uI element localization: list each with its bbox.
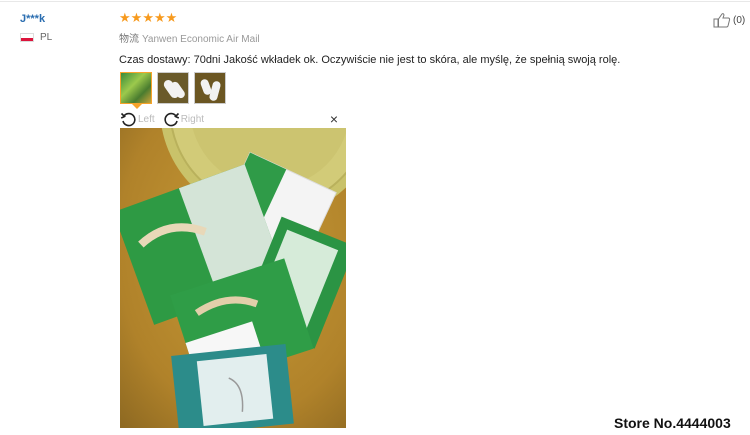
insole-packages-photo <box>120 128 346 428</box>
rotate-right-button[interactable]: Right <box>163 111 204 128</box>
helpful-button[interactable]: (0) <box>713 12 745 28</box>
reviewer-name[interactable]: J***k <box>20 13 110 25</box>
helpful-count: (0) <box>733 14 746 26</box>
shipping-label: 物流 <box>119 34 139 45</box>
review-body: ★ ★ ★ ★ ★ 物流 Yanwen Economic Air Mail Cza… <box>119 12 709 67</box>
shipping-method: Yanwen Economic Air Mail <box>142 34 260 45</box>
close-viewer-button[interactable]: × <box>330 112 338 127</box>
star-icon: ★ <box>153 11 166 26</box>
poland-flag-icon <box>20 33 34 42</box>
review-photo-thumbnail[interactable] <box>120 72 152 104</box>
reviewer-country: PL <box>20 32 110 43</box>
rotate-left-label: Left <box>138 114 155 125</box>
review-text: Czas dostawy: 70dni Jakość wkładek ok. O… <box>119 54 621 66</box>
reviewer-info: J***k PL <box>20 13 110 43</box>
rotate-right-icon <box>164 112 179 127</box>
review-photo-thumbnail[interactable] <box>157 72 189 104</box>
review-photo-large <box>120 128 346 428</box>
thumbs-up-icon <box>713 13 731 28</box>
image-viewer-toolbar: Left Right × <box>120 111 346 128</box>
star-icon: ★ <box>142 11 154 26</box>
rotate-left-icon <box>120 112 136 127</box>
shipping-info: 物流 Yanwen Economic Air Mail <box>119 30 709 45</box>
review-photo-thumbnail[interactable] <box>194 72 226 104</box>
rotate-left-button[interactable]: Left <box>120 111 155 128</box>
star-icon: ★ <box>130 11 143 26</box>
active-thumbnail-indicator <box>132 104 142 109</box>
divider <box>0 1 750 2</box>
star-rating: ★ ★ ★ ★ ★ <box>119 12 709 26</box>
star-icon: ★ <box>165 11 178 26</box>
review-thumbnails <box>120 72 226 104</box>
star-icon: ★ <box>119 11 131 26</box>
store-watermark: Store No.4444003 <box>614 415 731 431</box>
rotate-right-label: Right <box>180 114 205 125</box>
country-code: PL <box>40 32 53 43</box>
